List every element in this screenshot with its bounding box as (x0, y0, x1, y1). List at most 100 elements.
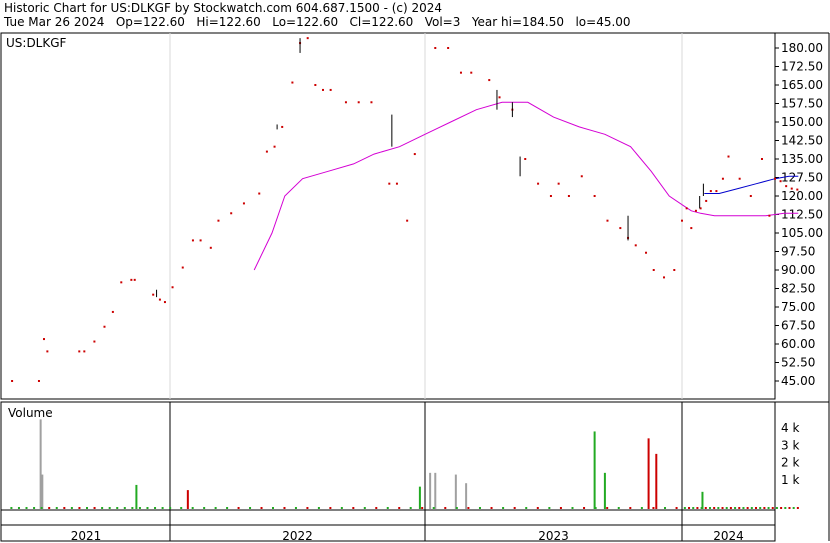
volume-bar-small (606, 507, 609, 509)
volume-bar-small (306, 507, 309, 509)
price-point (488, 79, 491, 82)
price-tick-label: 127.50 (781, 171, 823, 185)
price-tick-label: 150.00 (781, 115, 823, 129)
volume-bar-small (796, 507, 799, 509)
price-tick-label: 180.00 (781, 41, 823, 55)
price-point (690, 227, 693, 230)
volume-bar-small (363, 507, 366, 509)
volume-bar (41, 474, 44, 509)
price-point (557, 182, 560, 185)
volume-bar-small (375, 507, 378, 509)
volume-bar (429, 472, 432, 509)
price-point (191, 239, 194, 242)
volume-bar-small (283, 507, 286, 509)
volume-bar-small (444, 507, 447, 509)
volume-bar-small (116, 507, 119, 509)
price-point (549, 195, 552, 197)
price-point (171, 286, 174, 289)
price-point (796, 188, 799, 191)
volume-bar-small (784, 507, 787, 509)
price-point (357, 101, 360, 104)
volume-bar-small (17, 507, 20, 509)
price-point (498, 96, 501, 99)
volume-bar-small (70, 507, 73, 509)
price-point (694, 209, 697, 212)
volume-bar-small (123, 507, 126, 509)
price-point (779, 180, 782, 183)
price-point (715, 190, 718, 193)
volume-bar-small (738, 507, 741, 509)
volume-bar-small (763, 507, 766, 509)
price-tick-label: 75.00 (781, 300, 815, 314)
volume-bar-small (755, 507, 758, 509)
price-tick-label: 67.50 (781, 319, 815, 333)
volume-bar-small (93, 507, 96, 509)
volume-bar-small (398, 507, 401, 509)
price-point (273, 145, 276, 148)
price-tick-label: 172.50 (781, 60, 823, 74)
volume-bar-small (767, 507, 770, 509)
price-point (329, 88, 332, 91)
volume-bar-small (329, 507, 332, 509)
volume-panel-frame (0, 401, 776, 511)
year-label: 2024 (713, 529, 744, 543)
volume-bar-small (214, 507, 217, 509)
volume-bar-small (317, 507, 320, 509)
volume-bar (647, 438, 650, 509)
price-point (447, 47, 450, 49)
price-point (709, 190, 712, 193)
price-tick-label: 165.00 (781, 78, 823, 92)
volume-bar-small (759, 507, 762, 509)
price-tick-label: 52.50 (781, 356, 815, 370)
price-point (619, 227, 622, 230)
price-point (314, 84, 317, 86)
volume-bar-small (55, 507, 58, 509)
volume-bar-small (294, 507, 297, 509)
volume-bar-small (101, 507, 104, 509)
volume-bar-small (161, 507, 164, 509)
price-point (133, 278, 136, 281)
volume-bar (418, 486, 421, 509)
volume-bar-small (536, 507, 539, 509)
price-point (242, 202, 245, 205)
price-point (749, 195, 752, 197)
volume-bar-small (33, 507, 36, 509)
price-point (774, 177, 776, 180)
volume-bar-small (617, 507, 620, 509)
price-point (306, 37, 309, 40)
price-point (705, 199, 708, 202)
historic-chart: 180.00 172.50 165.00 157.50 150.00 142.50 135.… (0, 32, 830, 543)
volume-bar-small (48, 507, 51, 509)
volume-bar-small (571, 507, 574, 509)
price-point (663, 276, 666, 279)
volume-bar-small (692, 507, 695, 509)
price-panel-frame (0, 32, 776, 400)
volume-bar-small (750, 507, 753, 509)
price-point (265, 150, 268, 153)
volume-bar-small (386, 507, 389, 509)
volume-bar (186, 490, 189, 509)
volume-bar-small (138, 507, 141, 509)
price-tick-label: 60.00 (781, 337, 815, 351)
volume-bar-small (237, 507, 240, 509)
volume-bar-small (721, 507, 724, 509)
volume-tick-label: 3 k (781, 438, 799, 452)
price-point (163, 301, 166, 304)
volume-bar-small (683, 507, 686, 509)
volume-bar-small (742, 507, 745, 509)
price-tick-label: 135.00 (781, 152, 823, 166)
volume-bar-small (409, 507, 412, 509)
price-point (103, 325, 106, 328)
price-point (681, 219, 683, 222)
volume-bar-small (146, 507, 149, 509)
volume-bar-small (467, 507, 470, 509)
volume-tick-label: 1 k (781, 473, 799, 487)
volume-tick-label: 2 k (781, 456, 799, 470)
volume-bar-small (725, 507, 728, 509)
volume-bar-small (548, 507, 551, 509)
volume-bar-small (775, 507, 778, 509)
price-tick-label: 157.50 (781, 97, 823, 111)
price-point (46, 350, 49, 353)
volume-bar-small (594, 507, 597, 509)
price-point (181, 266, 184, 269)
